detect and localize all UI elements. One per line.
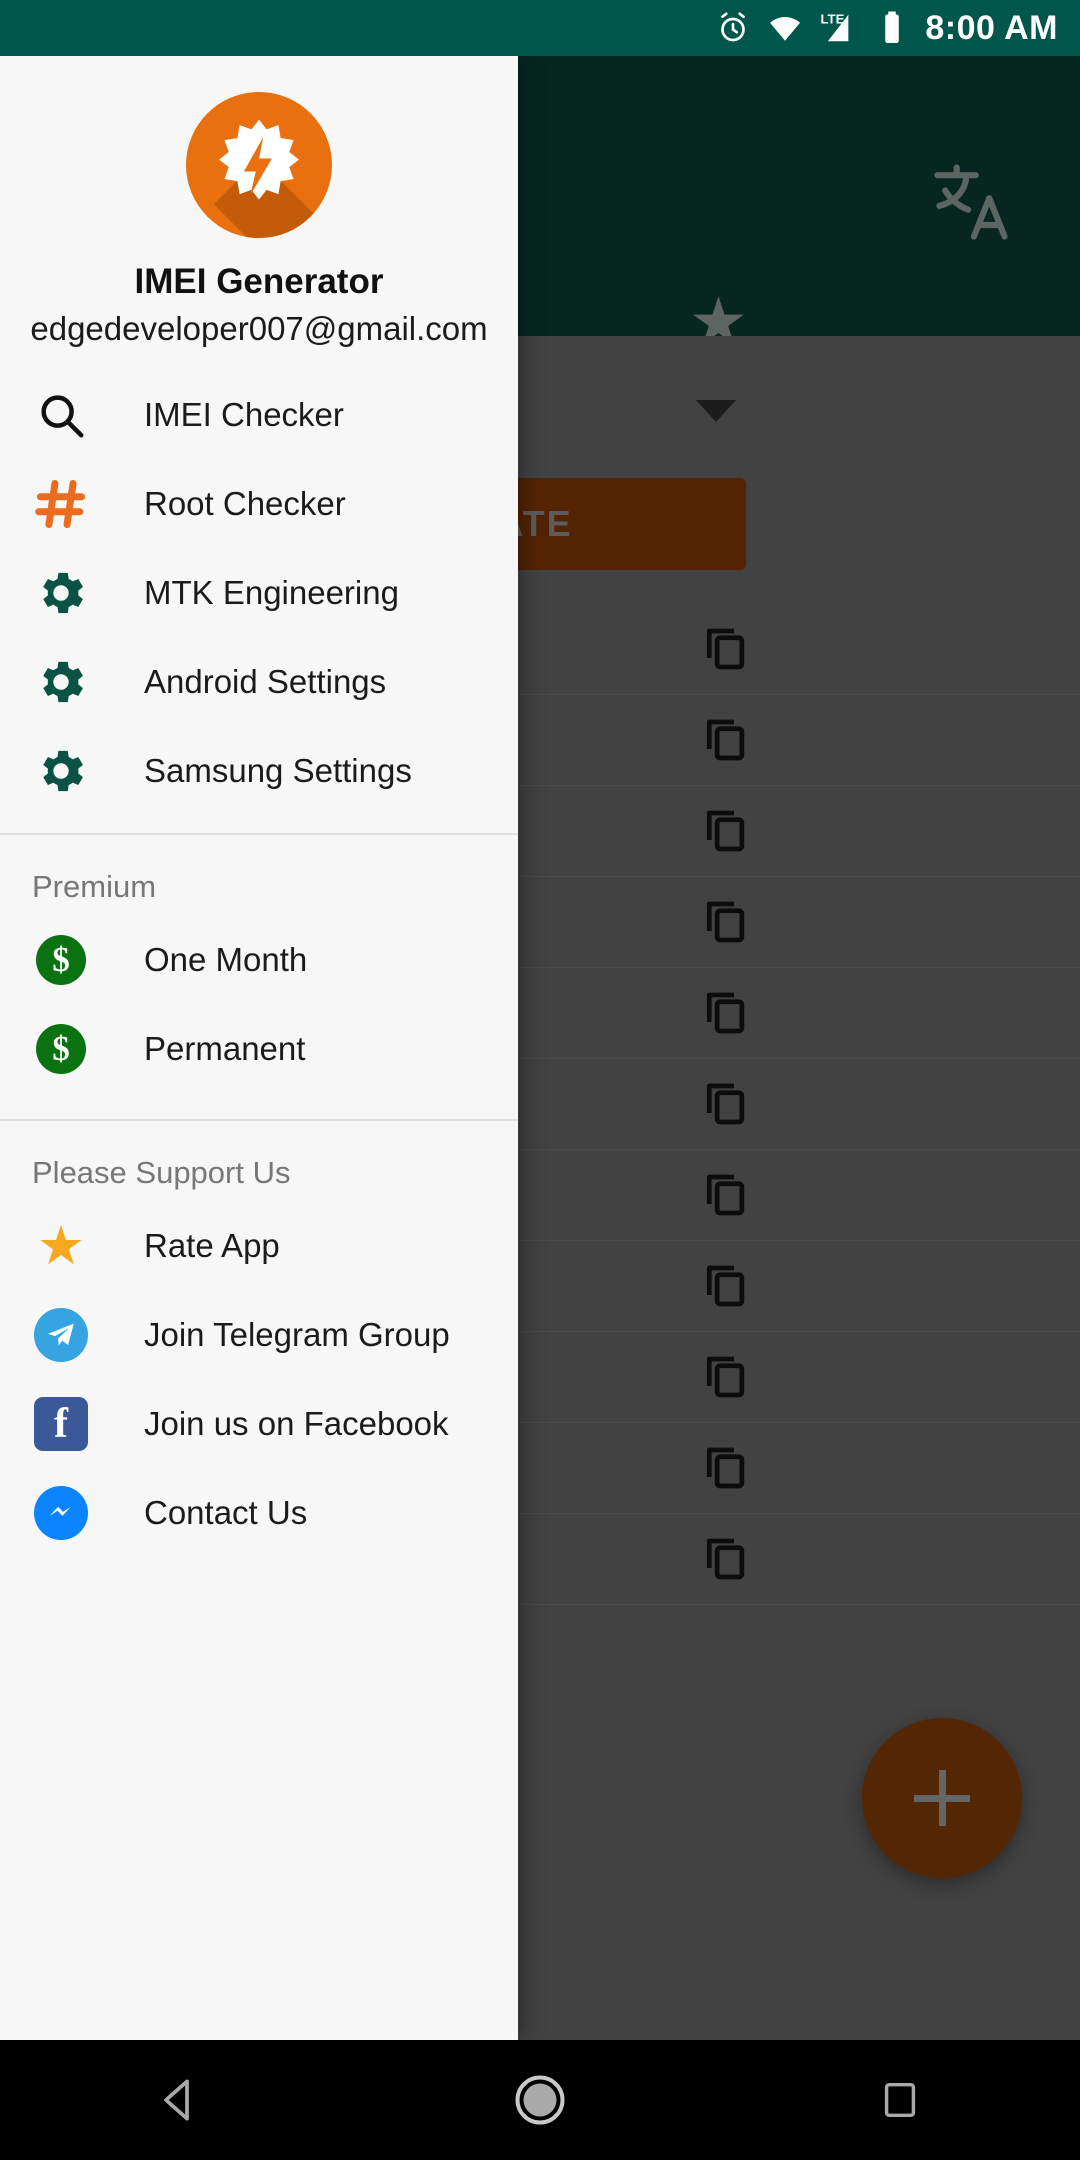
chevron-down-icon[interactable] — [696, 400, 736, 422]
battery-icon — [879, 10, 905, 46]
drawer-item-label: IMEI Checker — [144, 395, 344, 433]
gear-icon — [30, 562, 92, 624]
drawer-item-samsung-settings[interactable]: Samsung Settings — [0, 726, 518, 815]
phone-screen: ZER ★ GENERATE — [0, 0, 1080, 2160]
add-fab-button[interactable] — [862, 1718, 1022, 1878]
copy-icon[interactable] — [698, 1350, 752, 1404]
copy-icon[interactable] — [698, 713, 752, 767]
copy-icon[interactable] — [698, 1077, 752, 1131]
star-glyph: ★ — [36, 1215, 86, 1276]
translate-icon[interactable] — [926, 156, 1018, 248]
drawer-item-rate-app[interactable]: ★ Rate App — [0, 1201, 518, 1290]
gear-icon — [30, 740, 92, 802]
dollar-symbol: $ — [36, 1023, 86, 1074]
gear-icon — [30, 651, 92, 713]
support-section-title: Please Support Us — [32, 1155, 291, 1190]
signal-icon: LTE — [819, 10, 863, 46]
messenger-icon — [30, 1482, 92, 1544]
copy-icon[interactable] — [698, 622, 752, 676]
drawer-item-label: Join us on Facebook — [144, 1404, 449, 1442]
dollar-coin-icon: $ — [30, 929, 92, 991]
navigation-drawer: IMEI Generator edgedeveloper007@gmail.co… — [0, 56, 518, 2040]
drawer-main-section: IMEI Checker Root Checker MTK Engineering A… — [0, 348, 518, 833]
account-email: edgedeveloper007@gmail.com — [30, 310, 488, 347]
plus-icon — [914, 1770, 970, 1826]
back-icon[interactable] — [110, 2040, 250, 2160]
drawer-header: IMEI Generator edgedeveloper007@gmail.co… — [0, 56, 518, 348]
drawer-item-label: Contact Us — [144, 1493, 308, 1531]
recents-icon[interactable] — [830, 2040, 970, 2160]
drawer-item-join-telegram-group[interactable]: Join Telegram Group — [0, 1290, 518, 1379]
copy-icon[interactable] — [698, 1259, 752, 1313]
drawer-item-one-month[interactable]: $ One Month — [0, 915, 518, 1004]
copy-icon[interactable] — [698, 986, 752, 1040]
drawer-item-permanent[interactable]: $ Permanent — [0, 1004, 518, 1093]
drawer-item-label: Root Checker — [144, 484, 346, 522]
drawer-item-mtk-engineering[interactable]: MTK Engineering — [0, 548, 518, 637]
drawer-item-label: MTK Engineering — [144, 573, 399, 611]
gear-bolt-logo-icon — [186, 92, 332, 238]
dollar-symbol: $ — [36, 934, 86, 985]
facebook-icon: f — [30, 1393, 92, 1455]
clock-time: 8:00 AM — [925, 8, 1058, 47]
copy-icon[interactable] — [698, 895, 752, 949]
drawer-item-label: Android Settings — [144, 662, 387, 700]
drawer-item-imei-checker[interactable]: IMEI Checker — [0, 370, 518, 459]
drawer-item-root-checker[interactable]: Root Checker — [0, 459, 518, 548]
status-bar: LTE 8:00 AM — [0, 0, 1080, 56]
telegram-icon — [30, 1304, 92, 1366]
drawer-item-label: Permanent — [144, 1029, 306, 1067]
wifi-icon — [767, 10, 803, 46]
drawer-item-label: One Month — [144, 940, 308, 978]
home-icon[interactable] — [470, 2040, 610, 2160]
drawer-item-contact-us[interactable]: Contact Us — [0, 1468, 518, 1557]
copy-icon[interactable] — [698, 1168, 752, 1222]
messenger-badge — [34, 1485, 88, 1540]
copy-icon[interactable] — [698, 1532, 752, 1586]
star-icon: ★ — [30, 1215, 92, 1277]
premium-section-title: Premium — [32, 869, 157, 904]
telegram-badge — [34, 1307, 88, 1362]
drawer-item-join-us-on-facebook[interactable]: f Join us on Facebook — [0, 1379, 518, 1468]
system-navigation-bar — [0, 2040, 1080, 2160]
drawer-item-label: Samsung Settings — [144, 751, 412, 789]
app-name: IMEI Generator — [134, 262, 384, 301]
drawer-support-section: Please Support Us ★ Rate App Join Telegram… — [0, 1121, 518, 1557]
copy-icon[interactable] — [698, 804, 752, 858]
facebook-badge: f — [34, 1396, 88, 1451]
drawer-premium-section: Premium $ One Month $ Permanent — [0, 835, 518, 1093]
hash-icon — [30, 473, 92, 535]
dollar-coin-icon: $ — [30, 1018, 92, 1080]
drawer-item-android-settings[interactable]: Android Settings — [0, 637, 518, 726]
drawer-item-label: Rate App — [144, 1226, 280, 1264]
search-icon — [30, 384, 92, 446]
drawer-item-label: Join Telegram Group — [144, 1315, 450, 1353]
alarm-icon — [715, 10, 751, 46]
copy-icon[interactable] — [698, 1441, 752, 1495]
